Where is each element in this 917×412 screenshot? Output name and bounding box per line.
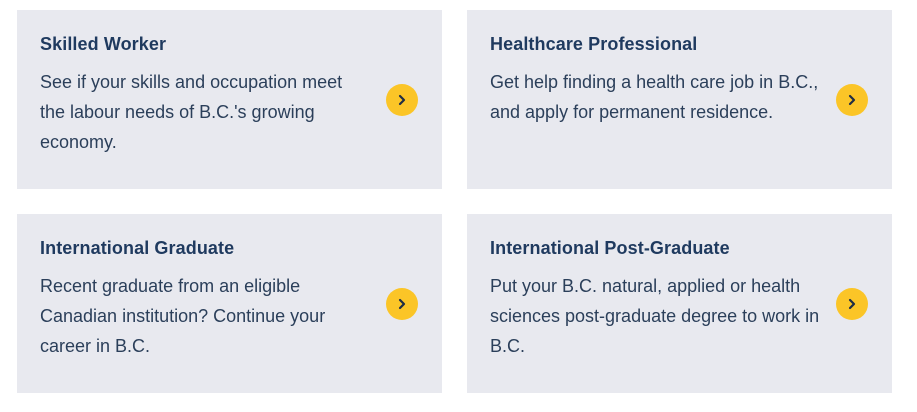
card-title: Skilled Worker <box>40 34 167 54</box>
pathway-card-healthcare-professional[interactable]: Healthcare Professional Get help finding… <box>467 10 892 189</box>
card-title: International Post-Graduate <box>490 238 730 258</box>
card-title: International Graduate <box>40 238 235 258</box>
chevron-right-icon[interactable] <box>836 84 868 116</box>
card-description: Recent graduate from an eligible Canadia… <box>40 276 326 356</box>
card-description: See if your skills and occupation meet t… <box>40 72 343 152</box>
card-description: Put your B.C. natural, applied or health… <box>490 276 820 356</box>
pathway-card-international-graduate[interactable]: International Graduate Recent graduate f… <box>17 214 442 393</box>
pathway-card-international-post-graduate[interactable]: International Post-Graduate Put your B.C… <box>467 214 892 393</box>
chevron-right-icon[interactable] <box>386 84 418 116</box>
card-title: Healthcare Professional <box>490 34 698 54</box>
chevron-right-icon[interactable] <box>836 288 868 320</box>
chevron-right-icon[interactable] <box>386 288 418 320</box>
pathway-card-skilled-worker[interactable]: Skilled Worker See if your skills and oc… <box>17 10 442 189</box>
card-description: Get help finding a health care job in B.… <box>490 72 819 122</box>
